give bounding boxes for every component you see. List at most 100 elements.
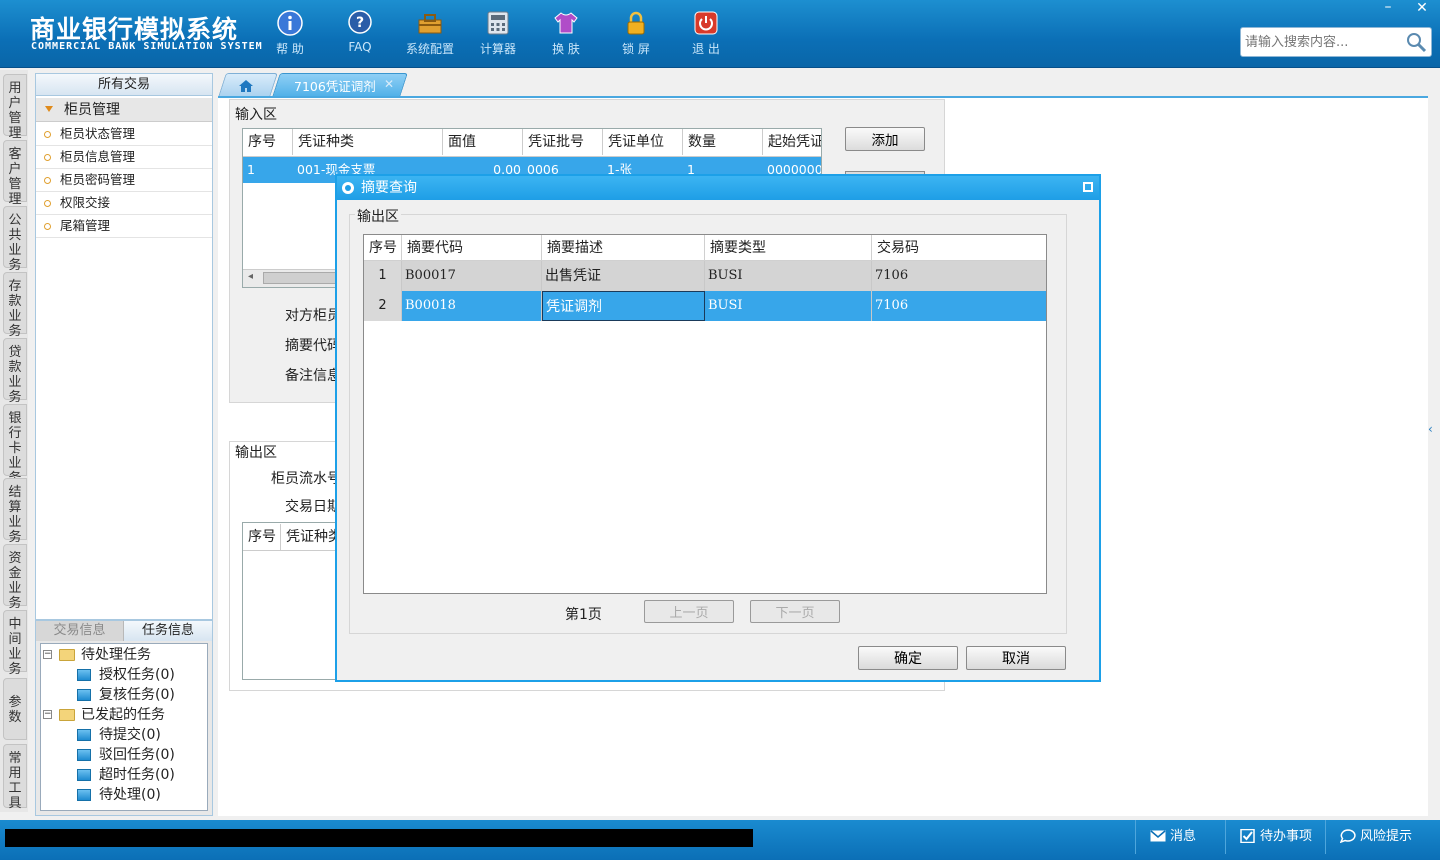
power-icon [694, 11, 718, 35]
calculator-button[interactable]: 计算器 [468, 6, 528, 62]
exit-button[interactable]: 退 出 [676, 6, 736, 62]
page-indicator: 第1页 [565, 607, 602, 623]
collapse-handle-icon[interactable]: ‹ [1428, 422, 1440, 466]
tab-intermediate-business[interactable]: 中间业务 [3, 610, 27, 677]
tab-deposit-business[interactable]: 存款业务 [3, 272, 27, 339]
nav-group-teller-management[interactable]: 柜员管理 [36, 98, 212, 122]
tab-settlement-business[interactable]: 结算业务 [3, 478, 27, 545]
checkbox-icon [1240, 829, 1255, 843]
search-input[interactable] [1241, 28, 1401, 56]
add-button[interactable]: 添加 [845, 127, 925, 151]
col-header[interactable]: 凭证种类 [281, 524, 341, 550]
nav-item-label: 权限交接 [60, 195, 111, 210]
bullet-icon [44, 200, 51, 207]
tab-task-info[interactable]: 任务信息 [124, 621, 212, 641]
confirm-button[interactable]: 确定 [858, 646, 958, 670]
tab-fund-business[interactable]: 资金业务 [3, 544, 27, 611]
minimize-button[interactable]: – [1376, 0, 1400, 18]
tab-common-tools[interactable]: 常用工具 [3, 744, 27, 811]
todo-button[interactable]: 待办事项 [1225, 820, 1325, 854]
tab-transaction-info[interactable]: 交易信息 [36, 621, 124, 641]
folder-icon [59, 709, 75, 721]
help-label: 帮 助 [276, 42, 304, 56]
summary-grid: 序号 摘要代码 摘要描述 摘要类型 交易码 1 B00017 出售凭证 BUSI… [363, 234, 1047, 594]
col-header-type[interactable]: 摘要类型 [705, 235, 872, 261]
tab-parameters[interactable]: 参数 [3, 678, 27, 740]
grid-cell: B00017 [402, 261, 542, 291]
nav-item-teller-status[interactable]: 柜员状态管理 [36, 123, 212, 146]
bullet-icon [44, 131, 51, 138]
trade-date-label: 交易日期 [285, 499, 341, 515]
tab-public-business[interactable]: 公共业务 [3, 206, 27, 273]
task-icon [77, 729, 91, 741]
col-header[interactable]: 序号 [243, 129, 293, 155]
col-header[interactable]: 起始凭证 [763, 129, 821, 155]
tab-underline [218, 96, 1428, 98]
maximize-icon[interactable] [1083, 182, 1093, 192]
task-tree: − 待处理任务 授权任务(0) 复核任务(0) − 已发起的任务 待提交(0) … [40, 643, 208, 811]
shirt-icon [554, 12, 578, 34]
nav-item-teller-info[interactable]: 柜员信息管理 [36, 146, 212, 169]
messages-label: 消息 [1170, 829, 1197, 844]
nav-group-label: 柜员管理 [64, 102, 120, 118]
collapse-icon[interactable]: − [43, 710, 52, 719]
task-icon [77, 669, 91, 681]
app-subtitle: COMMERCIAL BANK SIMULATION SYSTEM [31, 41, 263, 52]
tab-loan-business[interactable]: 贷款业务 [3, 338, 27, 405]
scroll-thumb[interactable] [263, 272, 343, 284]
search-icon[interactable] [1405, 31, 1427, 53]
tab-customer-management[interactable]: 客户管理 [3, 140, 27, 207]
bullet-icon [44, 177, 51, 184]
col-header[interactable]: 凭证种类 [293, 129, 443, 155]
grid-cell-focused[interactable]: 凭证调剂 [542, 291, 705, 321]
close-window-button[interactable]: ✕ [1410, 0, 1434, 18]
nav-item-label: 柜员状态管理 [60, 126, 136, 141]
tree-label: 已发起的任务 [81, 707, 165, 723]
cancel-button[interactable]: 取消 [966, 646, 1066, 670]
grid-cell: BUSI [705, 291, 872, 321]
col-header[interactable]: 序号 [243, 524, 281, 550]
grid-cell[interactable]: 1 [243, 157, 293, 183]
nav-item-permission-handover[interactable]: 权限交接 [36, 192, 212, 215]
col-header[interactable]: 凭证单位 [603, 129, 683, 155]
col-header-code[interactable]: 摘要代码 [402, 235, 542, 261]
folder-icon [59, 649, 75, 661]
tree-label: 待处理(0) [99, 787, 161, 803]
col-header-index[interactable]: 序号 [364, 235, 402, 261]
risk-alert-button[interactable]: 风险提示 [1325, 820, 1435, 854]
col-header-description[interactable]: 摘要描述 [542, 235, 705, 261]
bullet-icon [44, 223, 51, 230]
collapse-icon[interactable]: − [43, 650, 52, 659]
nav-item-teller-password[interactable]: 柜员密码管理 [36, 169, 212, 192]
grid-cell: 7106 [875, 298, 909, 313]
table-row[interactable]: 1 B00017 出售凭证 BUSI 7106 [364, 261, 1046, 291]
dialog-app-icon [342, 182, 354, 194]
scroll-left-icon[interactable]: ◂ [248, 271, 253, 282]
col-header[interactable]: 数量 [683, 129, 763, 155]
nav-item-label: 尾箱管理 [60, 218, 111, 233]
table-row-selected[interactable]: 2 B00018 凭证调剂 BUSI 7106 [364, 291, 1046, 321]
lock-screen-button[interactable]: 锁 屏 [606, 6, 666, 62]
nav-header[interactable]: 所有交易 [36, 74, 212, 96]
output-grid: 序号 凭证种类 [242, 522, 342, 680]
col-header[interactable]: 凭证批号 [523, 129, 603, 155]
messages-button[interactable]: 消息 [1135, 820, 1225, 854]
faq-icon: ? [348, 10, 372, 34]
change-skin-button[interactable]: 换 肤 [536, 6, 596, 62]
tab-close-icon[interactable]: ✕ [384, 77, 394, 91]
help-button[interactable]: 帮 助 [260, 6, 320, 62]
col-header[interactable]: 面值 [443, 129, 523, 155]
prev-page-button[interactable]: 上一页 [644, 600, 734, 623]
todo-label: 待办事项 [1260, 829, 1313, 844]
next-page-button[interactable]: 下一页 [750, 600, 840, 623]
grid-cell: BUSI [705, 261, 872, 291]
nav-item-tail-box[interactable]: 尾箱管理 [36, 215, 212, 238]
col-header-trade-code[interactable]: 交易码 [872, 235, 1046, 261]
teller-serial-label: 柜员流水号 [271, 471, 341, 487]
faq-button[interactable]: ? FAQ [330, 6, 390, 62]
dialog-title-bar[interactable]: 摘要查询 [337, 176, 1099, 200]
tab-bank-card-business[interactable]: 银行卡业务 [3, 404, 27, 486]
expand-arrow-icon [45, 106, 53, 112]
tab-user-management[interactable]: 用户管理 [3, 74, 27, 141]
system-config-button[interactable]: 系统配置 [400, 6, 460, 62]
